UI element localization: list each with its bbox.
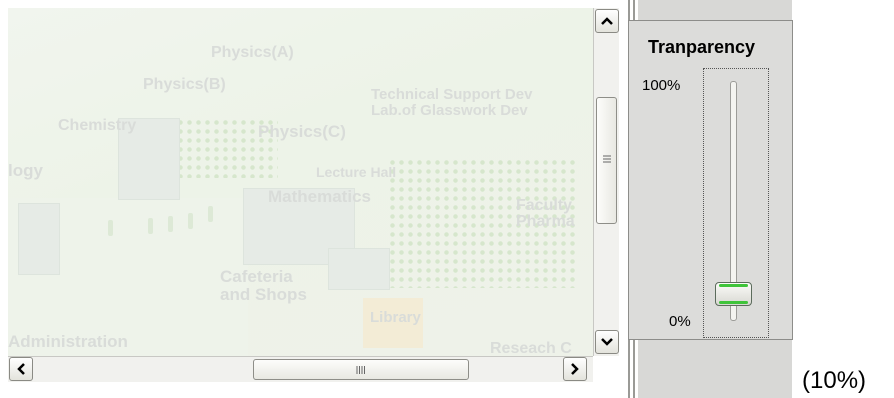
map-label-administration: Administration: [8, 332, 128, 351]
map-label-physics-c: Physics(C): [258, 122, 346, 141]
map-label-pharma: Pharma: [516, 213, 575, 230]
campus-map-viewport[interactable]: Physics(A) Physics(B) Technical Support …: [8, 8, 593, 356]
transparency-slider[interactable]: [703, 68, 769, 338]
horizontal-scrollbar[interactable]: [8, 356, 593, 382]
map-building: [18, 203, 60, 275]
map-label-cafeteria: Cafeteria: [220, 267, 293, 286]
grip-icon: [603, 155, 611, 163]
map-building: [328, 248, 390, 290]
map-tree: [168, 216, 173, 232]
arrow-down-icon: [601, 338, 613, 346]
transparency-value: (10%): [802, 367, 867, 394]
scroll-corner: [593, 356, 619, 382]
map-label-biology: logy: [8, 161, 43, 180]
scroll-up-button[interactable]: [595, 9, 619, 33]
map-label-technical-support: Technical Support Dev: [371, 86, 533, 103]
scroll-right-button[interactable]: [563, 357, 587, 381]
map-tree: [188, 213, 193, 229]
map-label-shops: and Shops: [220, 285, 307, 304]
horizontal-scroll-thumb[interactable]: [253, 359, 469, 380]
arrow-up-icon: [601, 17, 613, 25]
slider-knob[interactable]: [715, 282, 752, 307]
transparency-title: Tranparency: [648, 37, 756, 57]
map-label-faculty: Faculty: [516, 197, 573, 214]
arrow-right-icon: [571, 363, 579, 375]
map-label-glasswork: Lab.of Glasswork Dev: [371, 102, 528, 119]
map-label-physics-a: Physics(A): [211, 44, 294, 61]
transparency-panel: Tranparency 100% 0%: [628, 20, 793, 340]
map-label-research: Reseach C: [490, 340, 572, 357]
map-label-lecture-hall: Lecture Hall: [316, 164, 397, 180]
map-label-mathematics: Mathematics: [268, 187, 371, 206]
vertical-scrollbar[interactable]: [593, 8, 619, 356]
map-tree: [108, 220, 113, 236]
map-label-physics-b: Physics(B): [143, 76, 226, 93]
map-tree: [148, 218, 153, 234]
grip-icon: [356, 366, 365, 374]
scroll-down-button[interactable]: [595, 330, 619, 354]
vertical-scroll-thumb[interactable]: [596, 97, 617, 224]
map-label-chemistry: Chemistry: [58, 117, 137, 134]
slider-max-label: 100%: [642, 77, 681, 94]
slider-min-label: 0%: [669, 313, 691, 330]
scroll-left-button[interactable]: [9, 357, 33, 381]
map-tree: [208, 206, 213, 222]
map-label-library: Library: [370, 309, 421, 326]
arrow-left-icon: [17, 363, 25, 375]
